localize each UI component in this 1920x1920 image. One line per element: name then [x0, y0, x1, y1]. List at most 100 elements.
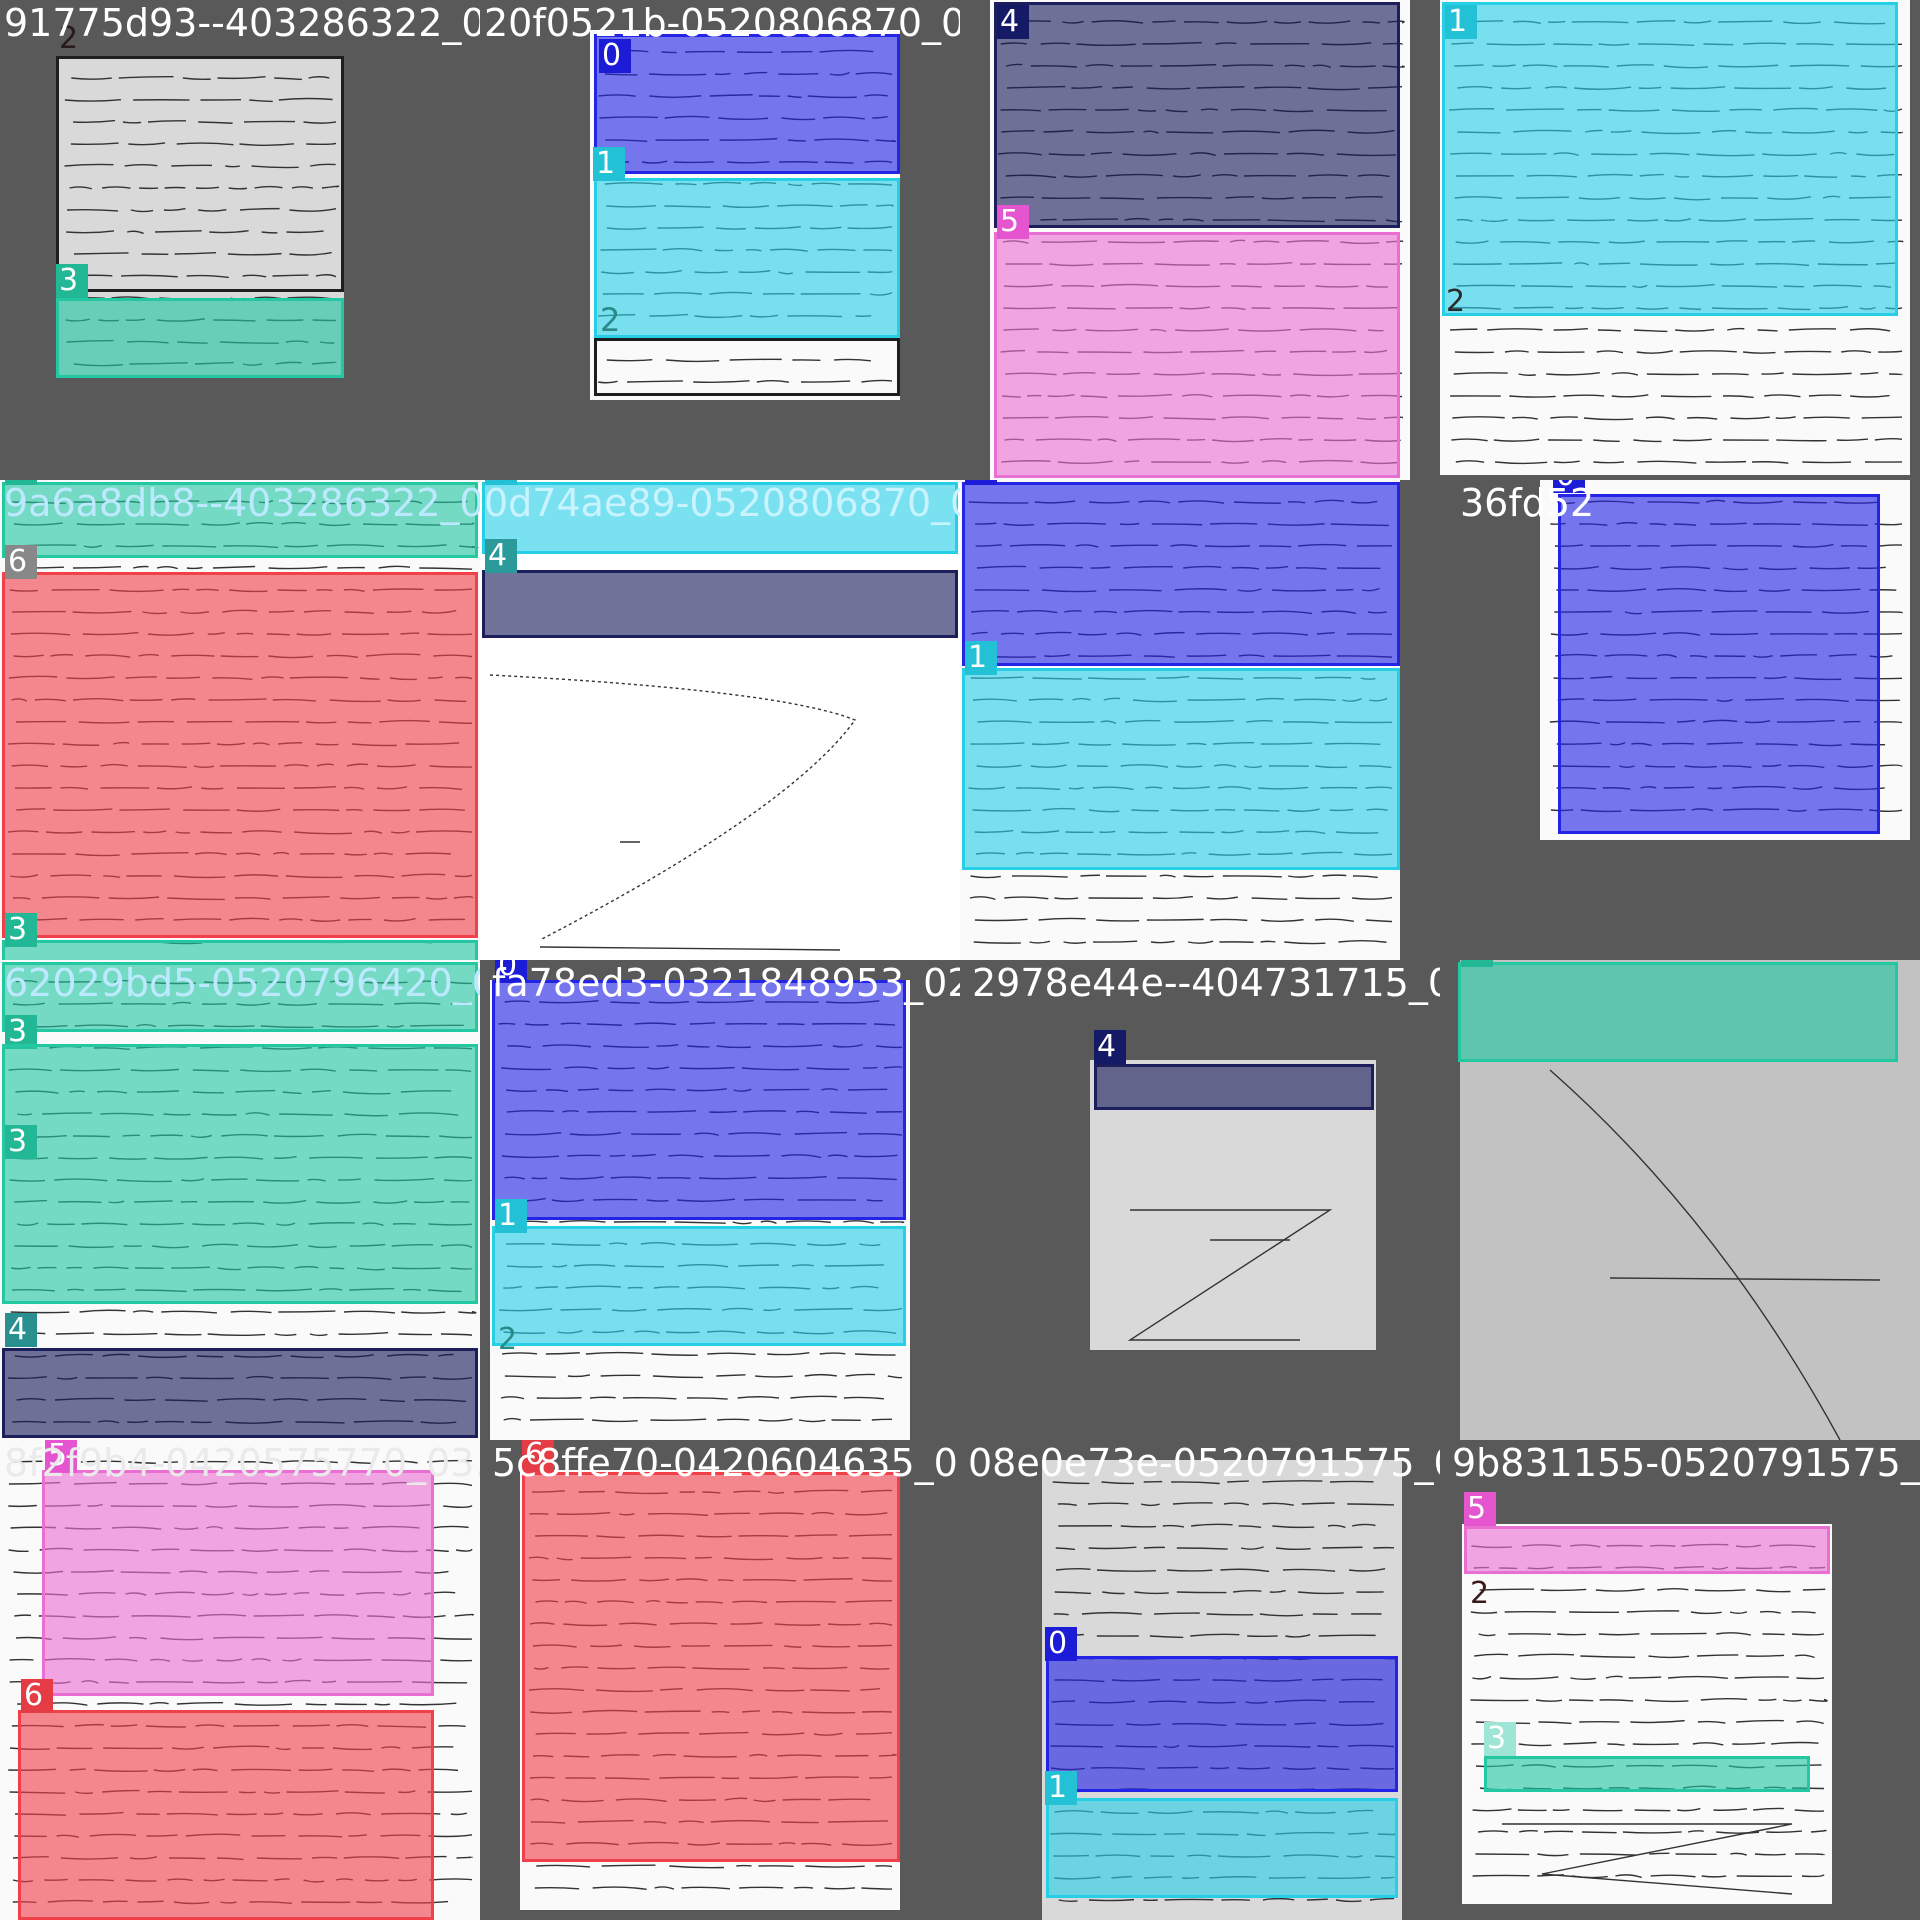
- handwriting-stroke: [1222, 875, 1282, 878]
- annotation-box-class-2[interactable]: 2: [1464, 1577, 1830, 1728]
- handwriting-stroke: [1771, 1741, 1819, 1745]
- handwriting-stroke: [1322, 874, 1347, 877]
- handwriting-stroke: [1152, 895, 1194, 900]
- handwriting-stroke: [1766, 1830, 1803, 1834]
- tile-title: 9b831155-0520791575_04.png: [1452, 1441, 1920, 1485]
- mosaic-tile: 62029bd5-0520796420_03.png 3 3 4: [0, 960, 480, 1440]
- annotation-box-class-3[interactable]: 3: [2, 1044, 478, 1304]
- handwriting-stroke: [1080, 874, 1100, 877]
- handwriting-stroke: [374, 1703, 391, 1706]
- handwriting-stroke: [1057, 1503, 1077, 1507]
- handwriting-stroke: [430, 1525, 469, 1529]
- handwriting-stroke: [824, 1887, 856, 1890]
- handwriting-stroke: [1134, 1591, 1169, 1595]
- mosaic-tile: 0 1: [960, 480, 1440, 960]
- annotation-box-class-2[interactable]: 2: [492, 1323, 906, 1440]
- handwriting-stroke: [1338, 940, 1387, 943]
- annotation-box-class-1[interactable]: 1: [962, 641, 1400, 870]
- handwriting-stroke: [1295, 897, 1340, 900]
- handwriting-stroke: [1582, 1831, 1617, 1834]
- annotation-box-class-1[interactable]: 1: [1442, 2, 1898, 316]
- handwriting-stroke: [1801, 1874, 1825, 1878]
- handwriting-stroke: [398, 1333, 433, 1336]
- handwriting-stroke: [1615, 1874, 1642, 1879]
- handwriting-stroke: [164, 1333, 202, 1336]
- handwriting-stroke: [419, 567, 473, 570]
- handwriting-stroke: [1093, 940, 1138, 943]
- handwriting-stroke: [1713, 1808, 1748, 1811]
- tile-title: 20f0521b-0520806870_02.png: [484, 1, 960, 45]
- annotation-box-class-0[interactable]: 0: [962, 480, 1400, 666]
- handwriting-stroke: [1297, 1591, 1344, 1595]
- annotation-box-class-3[interactable]: 3: [2, 913, 478, 960]
- annotation-box-class-3[interactable]: 3: [56, 264, 344, 378]
- handwriting-stroke: [1288, 874, 1314, 878]
- handwriting-stroke: [230, 1310, 272, 1314]
- handwriting-stroke: [1143, 1546, 1165, 1549]
- annotation-box-class-0[interactable]: 0: [1553, 480, 1880, 834]
- handwriting-stroke: [1140, 1503, 1160, 1507]
- annotation-box-class-5[interactable]: 5: [42, 1440, 434, 1696]
- handwriting-stroke: [875, 1865, 893, 1868]
- annotation-box-class-6[interactable]: 6: [18, 1679, 434, 1920]
- handwriting-stroke: [1475, 1853, 1530, 1856]
- annotation-box-class-6[interactable]: 6: [2, 545, 478, 938]
- annotation-box-class-4[interactable]: 4: [994, 2, 1400, 228]
- handwriting-stroke: [654, 1886, 675, 1890]
- handwriting-stroke: [1582, 1809, 1623, 1812]
- annotation-label: 6: [5, 545, 37, 579]
- handwriting-stroke: [149, 1702, 169, 1705]
- handwriting-stroke: [1877, 611, 1903, 614]
- handwriting-stroke: [1632, 1743, 1679, 1746]
- handwriting-stroke: [268, 565, 328, 570]
- handwriting-stroke: [1472, 1808, 1512, 1812]
- handwriting-stroke: [1220, 1568, 1270, 1573]
- handwriting-stroke: [1649, 1852, 1670, 1855]
- handwriting-stroke: [1352, 896, 1393, 900]
- handwriting-stroke: [8, 1504, 37, 1508]
- annotation-box-class-4[interactable]: 4: [1094, 1030, 1374, 1110]
- annotation-box-class-4[interactable]: 4: [2, 1313, 478, 1438]
- annotation-box-class-1[interactable]: 1: [593, 147, 900, 338]
- annotation-label: 1: [1045, 1771, 1077, 1805]
- handwriting-stroke: [1012, 875, 1068, 878]
- handwriting-stroke: [534, 1887, 580, 1890]
- handwriting-stroke: [536, 1864, 591, 1868]
- tile-title: 36fd52: [1460, 481, 1595, 525]
- annotation-box-class-0[interactable]: 0: [1045, 1627, 1398, 1792]
- annotation-box-class-6[interactable]: 6: [522, 1440, 900, 1862]
- handwriting-stroke: [429, 1878, 473, 1881]
- handwriting-stroke: [1054, 1591, 1092, 1595]
- handwriting-stroke: [1275, 1547, 1311, 1551]
- handwriting-stroke: [1164, 1898, 1214, 1901]
- handwriting-stroke: [1088, 1898, 1135, 1902]
- handwriting-stroke: [1579, 1853, 1637, 1856]
- handwriting-stroke: [1053, 1613, 1069, 1616]
- handwriting-stroke: [973, 941, 1021, 944]
- handwriting-stroke: [1206, 1613, 1254, 1616]
- annotation-box-class-1[interactable]: 1: [492, 1199, 906, 1346]
- annotation-box-class-1[interactable]: 1: [1045, 1771, 1398, 1898]
- handwriting-stroke: [1347, 1503, 1395, 1506]
- handwriting-stroke: [559, 1219, 606, 1223]
- handwriting-stroke: [1054, 897, 1079, 900]
- annotation-box-class-5[interactable]: 5: [994, 205, 1400, 478]
- annotation-label: 3: [1461, 960, 1493, 967]
- annotation-label: 5: [997, 205, 1029, 239]
- annotation-box-class-3[interactable]: 3: [1458, 960, 1898, 1062]
- annotation-label: 1: [495, 1199, 527, 1233]
- annotation-box-class-5[interactable]: 5: [1464, 1492, 1830, 1574]
- annotation-box-class-0[interactable]: 0: [594, 34, 900, 174]
- annotation-box-class-0[interactable]: 0: [492, 960, 906, 1220]
- annotation-box-class-2[interactable]: 2: [56, 22, 344, 292]
- handwriting-stroke: [274, 1333, 297, 1336]
- handwriting-stroke: [1677, 1807, 1701, 1812]
- handwriting-stroke: [1879, 764, 1903, 768]
- annotation-box-class-4[interactable]: 4: [482, 539, 958, 638]
- handwriting-stroke: [8, 1549, 29, 1553]
- handwriting-stroke: [1154, 1612, 1200, 1615]
- handwriting-stroke: [1238, 1525, 1262, 1529]
- annotation-box-class-2[interactable]: 2: [1440, 285, 1906, 474]
- annotation-box-class-3[interactable]: 3: [1484, 1722, 1810, 1792]
- annotation-box-class-2[interactable]: 2: [594, 303, 900, 396]
